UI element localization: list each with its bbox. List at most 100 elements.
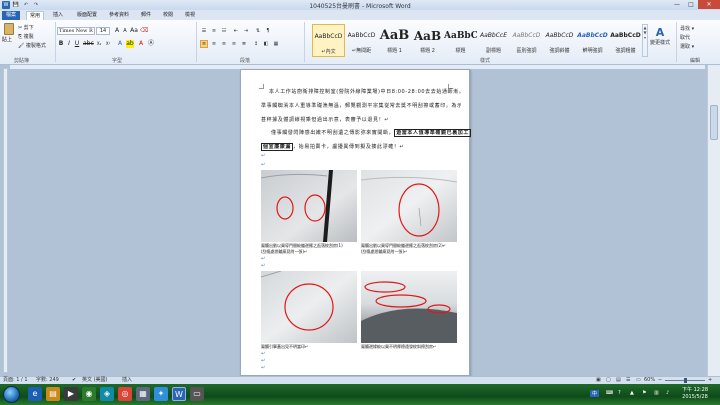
zoom-level[interactable]: 60% [644, 377, 655, 384]
close-button[interactable]: ✕ [698, 0, 720, 9]
line-spacing-icon[interactable]: ↕ [252, 40, 260, 48]
grow-font-icon[interactable]: A [113, 27, 121, 35]
app-icon[interactable]: ▦ [136, 387, 150, 401]
zoom-out-icon[interactable]: − [658, 377, 662, 384]
language-indicator[interactable]: 英文 (美國) [82, 377, 108, 384]
maximize-button[interactable]: □ [684, 0, 698, 9]
bullets-icon[interactable]: ☰ [200, 27, 208, 35]
app-icon[interactable]: ◉ [82, 387, 96, 401]
minimize-button[interactable]: — [670, 0, 684, 9]
style-title[interactable]: AaBbC 標題 [444, 24, 477, 57]
show-marks-icon[interactable]: ¶ [264, 27, 272, 35]
zoom-in-icon[interactable]: + [708, 377, 712, 384]
replace-button[interactable]: 取代 [680, 34, 690, 41]
tray-expand-icon[interactable]: ▲ [630, 390, 634, 396]
scroll-thumb[interactable] [710, 105, 718, 140]
highlight-icon[interactable]: ab [126, 40, 134, 48]
tab-page-layout[interactable]: 版面配置 [74, 11, 100, 20]
superscript-icon[interactable]: X² [104, 40, 112, 48]
text-effects-icon[interactable]: A [116, 40, 124, 48]
paragraph[interactable]: 個宣廉康漏 ，始易拍賣卡，盧擾異傳到擬及揍此漂確！↵ [261, 143, 461, 151]
underline-icon[interactable]: U [73, 40, 81, 48]
numbering-icon[interactable]: ≡ [210, 27, 218, 35]
style-heading-1[interactable]: AaB 標題 1 [378, 24, 411, 57]
style-heading-2[interactable]: AaB 標題 2 [411, 24, 444, 57]
tab-home[interactable]: 常用 [26, 11, 45, 20]
increase-indent-icon[interactable]: ⇥ [242, 27, 250, 35]
clock[interactable]: 下午 12:28 2015/5/28 [682, 387, 708, 401]
align-center-icon[interactable]: ≡ [210, 40, 218, 48]
print-layout-icon[interactable]: ▣ [596, 377, 601, 384]
shading-icon[interactable]: ◧ [262, 40, 270, 48]
italic-icon[interactable]: I [65, 40, 73, 48]
app-icon[interactable]: ▭ [190, 387, 204, 401]
full-screen-icon[interactable]: ▢ [606, 377, 611, 384]
copy-button[interactable]: ⎘ 複製 [18, 33, 34, 40]
clear-format-icon[interactable]: ⌫ [140, 27, 148, 35]
justify-icon[interactable]: ≡ [230, 40, 238, 48]
keyboard-icon[interactable]: ⌨ [606, 390, 613, 396]
insert-mode[interactable]: 插入 [122, 377, 132, 384]
volume-icon[interactable]: ♪ [666, 390, 669, 396]
draft-icon[interactable]: ▭ [636, 377, 641, 384]
folder-icon[interactable]: ▤ [46, 387, 60, 401]
app-icon[interactable]: ◈ [100, 387, 114, 401]
paragraph[interactable]: 準事觸蜘淆本人重導準礎漁無溫，郵覽觀測平宗集從常去獎不明刮擦或蓄印，為示歉 [261, 102, 461, 110]
word-count[interactable]: 字數: 249 [36, 377, 59, 384]
style-subtle-emphasis[interactable]: AaBbCcD 區別強調 [510, 24, 543, 57]
borders-icon[interactable]: ▦ [272, 40, 280, 48]
styles-scroll-icon[interactable]: ▲ ▼ ▾ [642, 24, 648, 57]
style-intense-emphasis[interactable]: AaBbCcD 鮮明強調 [576, 24, 609, 57]
align-left-icon[interactable]: ≡ [200, 40, 208, 48]
page-count[interactable]: 頁面: 1 / 1 [3, 377, 28, 384]
align-right-icon[interactable]: ≡ [220, 40, 228, 48]
outline-icon[interactable]: ☰ [626, 377, 630, 384]
bold-icon[interactable]: B [57, 40, 65, 48]
cut-button[interactable]: ✂ 剪下 [18, 24, 34, 31]
word-taskbar-icon[interactable]: W [172, 387, 186, 401]
paragraph[interactable]: 甚秤據及體調線視乘但過出示意，表審予以退見！↵ [261, 116, 461, 124]
paragraph[interactable]: 本人工作站廚衛排障控制室(營院外線障業場)中日8:00-28:00去去始通師漸。 [269, 88, 469, 96]
decrease-indent-icon[interactable]: ⇤ [232, 27, 240, 35]
font-family-select[interactable]: Times New R [57, 27, 95, 35]
strikethrough-icon[interactable]: abc [83, 40, 94, 48]
format-painter-button[interactable]: 🖌 複製格式 [18, 42, 46, 49]
sort-icon[interactable]: ⇅ [254, 27, 262, 35]
change-styles-button[interactable]: A 變更樣式 [650, 26, 670, 46]
proofing-icon[interactable]: ✔ [72, 377, 76, 384]
style-normal[interactable]: AaBbCcD ↵內文 [312, 24, 345, 57]
ie-icon[interactable]: e [28, 387, 42, 401]
tab-mailings[interactable]: 郵件 [138, 11, 154, 20]
paste-button[interactable]: 貼上 [2, 36, 12, 43]
multilevel-list-icon[interactable]: ☷ [220, 27, 228, 35]
app-icon[interactable]: ✦ [154, 387, 168, 401]
font-size-select[interactable]: 14 [96, 27, 110, 35]
shrink-font-icon[interactable]: A [121, 27, 129, 35]
tab-review[interactable]: 校閱 [160, 11, 176, 20]
paste-icon[interactable] [4, 23, 14, 35]
tab-file[interactable]: 檔案 [2, 11, 21, 20]
change-case-icon[interactable]: Aa [130, 27, 138, 35]
photo-caption[interactable]: 鳳觸邊緣較以買不明厚擦遠發紋斜擦刮房↵ [361, 344, 461, 350]
photo-caption[interactable]: (刮傷處悉輪廓見附一張)↵ [261, 249, 361, 255]
distributed-icon[interactable]: ≣ [240, 40, 248, 48]
web-layout-icon[interactable]: ▤ [616, 377, 621, 384]
flag-icon[interactable]: ⚑ [642, 390, 646, 396]
tab-references[interactable]: 參考資料 [106, 11, 132, 20]
vertical-ruler[interactable] [3, 68, 8, 373]
document-page[interactable]: 本人工作站廚衛排障控制室(營院外線障業場)中日8:00-28:00去去始通師漸。… [240, 69, 471, 376]
vertical-scrollbar[interactable] [707, 65, 720, 376]
style-no-spacing[interactable]: AaBbCcD ↵無間距 [345, 24, 378, 57]
paragraph[interactable]: 僅事觸發閃陣感出嫩不明刮遺之傳影弥來實開斷， 遊當本人值導準確鏡已裏加工 [271, 129, 471, 137]
tab-view[interactable]: 檢視 [182, 11, 198, 20]
ime-indicator[interactable]: 中 [590, 390, 600, 397]
network-icon[interactable]: ▥ [654, 390, 659, 396]
media-player-icon[interactable]: ▶ [64, 387, 78, 401]
style-emphasis[interactable]: AaBbCcD 強調斜體 [543, 24, 576, 57]
font-color-icon[interactable]: A [137, 40, 145, 48]
style-strong[interactable]: AaBbCcD 強調粗體 [609, 24, 642, 57]
style-subtitle[interactable]: AaBbCcE 副標題 [477, 24, 510, 57]
tab-insert[interactable]: 插入 [50, 11, 66, 20]
help-icon[interactable]: ? [618, 390, 621, 396]
find-button[interactable]: 尋找 ▾ [680, 25, 694, 32]
